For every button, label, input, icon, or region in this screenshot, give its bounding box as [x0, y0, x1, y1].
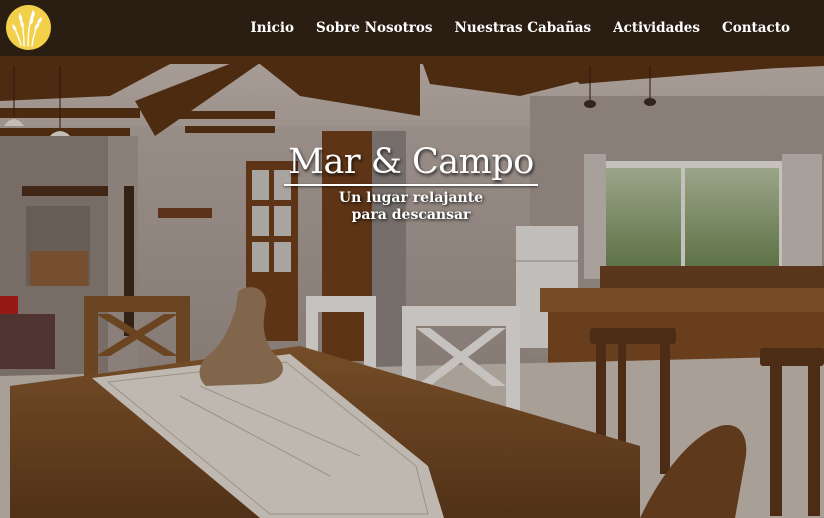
logo[interactable]: [6, 5, 51, 50]
hero-title: Mar & Campo: [288, 142, 534, 182]
nav-item-sobre-nosotros[interactable]: Sobre Nosotros: [316, 20, 433, 36]
hero-section: Mar & Campo Un lugar relajante para desc…: [0, 56, 824, 518]
nav-item-inicio[interactable]: Inicio: [250, 20, 294, 36]
nav-item-nuestras-cabanas[interactable]: Nuestras Cabañas: [455, 20, 592, 36]
hero-divider: [284, 184, 538, 186]
nav-item-actividades[interactable]: Actividades: [613, 20, 700, 36]
hero-subtitle-line-2: para descansar: [351, 207, 471, 223]
top-navbar: Inicio Sobre Nosotros Nuestras Cabañas A…: [0, 0, 824, 56]
wheat-icon: [12, 10, 42, 47]
main-menu: Inicio Sobre Nosotros Nuestras Cabañas A…: [250, 0, 790, 56]
hero-subtitle-line-1: Un lugar relajante: [338, 190, 484, 206]
hero-text-block: Mar & Campo Un lugar relajante para desc…: [284, 142, 538, 224]
nav-item-contacto[interactable]: Contacto: [722, 20, 790, 36]
hero-dark-overlay: [0, 56, 824, 518]
